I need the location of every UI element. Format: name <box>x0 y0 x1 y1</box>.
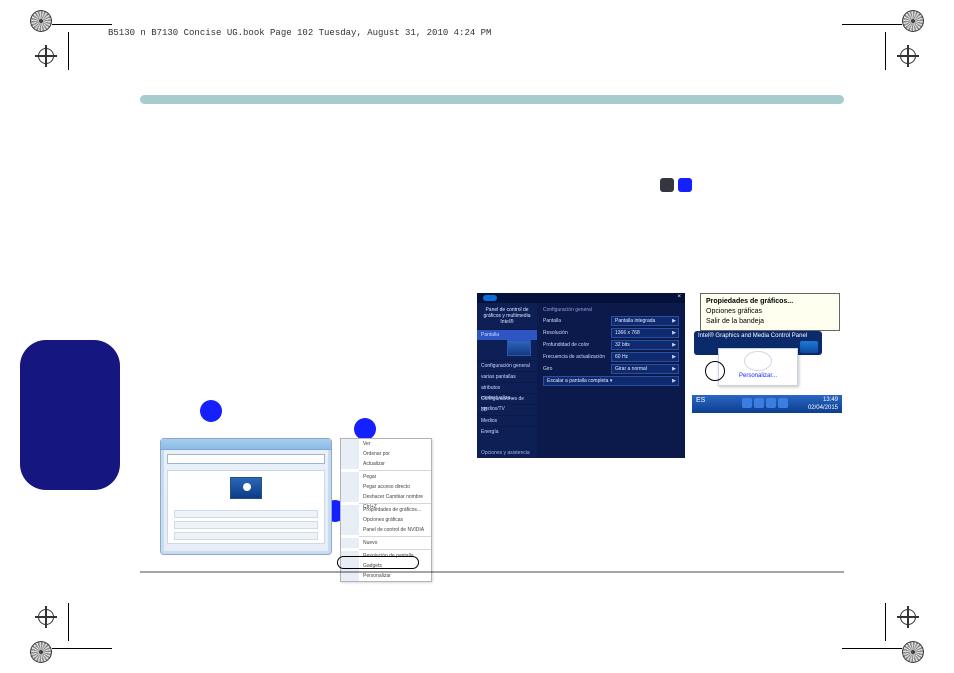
sidebar-item[interactable]: Configuraciones de medios/TV <box>477 393 537 404</box>
dropdown[interactable]: Girar a normal <box>611 364 679 374</box>
intel-logo-icon <box>483 295 497 301</box>
card-icon <box>744 351 772 371</box>
tooltip-line: Propiedades de gráficos... <box>706 298 793 305</box>
chapter-tab <box>20 340 120 490</box>
sidebar-item-pantalla[interactable]: Pantalla <box>477 329 537 340</box>
dropdown[interactable]: Escalar a pantalla completa ▾ <box>543 376 679 386</box>
screenshot-display-settings <box>160 438 332 555</box>
screenshot-tray-popup: Propiedades de gráficos... Opciones gráf… <box>692 293 842 413</box>
menu-item[interactable]: Nuevo <box>341 538 431 548</box>
menu-item[interactable]: Ordenar por <box>341 449 431 459</box>
crop-mark-bottom-left <box>30 603 90 663</box>
sidebar-section[interactable]: Energía <box>477 426 537 437</box>
tooltip-line: Opciones gráficas <box>706 308 762 315</box>
menu-item[interactable]: Pegar acceso directo <box>341 482 431 492</box>
intel-title: Panel de control de gráficos y multimedi… <box>481 307 533 325</box>
taskbar-lang[interactable]: ES <box>696 397 705 404</box>
menu-item[interactable]: Propiedades de gráficos... <box>341 505 431 515</box>
row-label: Frecuencia de actualización <box>543 354 605 360</box>
inline-tray-icons <box>660 178 692 192</box>
crop-mark-top-left <box>30 10 90 70</box>
dropdown[interactable]: 1366 x 768 <box>611 328 679 338</box>
framemaker-header: B5130 n B7130 Concise UG.book Page 102 T… <box>108 28 491 38</box>
crop-mark-bottom-right <box>864 603 924 663</box>
menu-item[interactable]: Panel de control de NVIDIA <box>341 525 431 535</box>
card-caption: Personalizar... <box>719 373 797 379</box>
menu-item[interactable]: Gadgets <box>341 561 431 571</box>
intel-sidebar: Panel de control de gráficos y multimedi… <box>477 303 537 458</box>
screenshot-desktop-context-menu: Ver Ordenar por Actualizar Pegar Pegar a… <box>340 438 432 582</box>
dropdown[interactable]: 60 Hz <box>611 352 679 362</box>
step-marker-1 <box>200 400 222 422</box>
sidebar-item[interactable]: Configuración general <box>477 360 537 371</box>
toast-text: Intel® Graphics and Media Control Panel <box>698 333 807 339</box>
sidebar-item[interactable]: atributos contextualiza... <box>477 382 537 393</box>
footer-rule <box>140 571 844 573</box>
callout-ring <box>705 361 725 381</box>
tray-icon-generic <box>678 178 692 192</box>
taskbar: ES 13:49 02/04/2015 <box>692 395 842 413</box>
preview-thumb <box>507 340 531 356</box>
clock-date: 02/04/2015 <box>808 405 838 411</box>
menu-item[interactable]: Opciones gráficas <box>341 515 431 525</box>
screenshot-intel-control-panel: × Panel de control de gráficos y multime… <box>477 293 685 458</box>
sidebar-section[interactable]: 3D <box>477 404 537 415</box>
menu-item-highlight[interactable]: Resolución de pantalla <box>341 551 431 561</box>
sidebar-section[interactable]: Medios <box>477 415 537 426</box>
menu-item[interactable]: Ver <box>341 439 431 449</box>
dropdown[interactable]: 32 bits <box>611 340 679 350</box>
tray-tooltip[interactable]: Propiedades de gráficos... Opciones gráf… <box>700 293 840 331</box>
tray-icon-intel <box>660 178 674 192</box>
section-heading-bar <box>140 95 844 104</box>
tray-card[interactable]: Personalizar... <box>718 348 798 386</box>
menu-item[interactable]: Deshacer Cambiar nombre Ctrl+Z <box>341 492 431 502</box>
dropdown[interactable]: Pantalla integrada <box>611 316 679 326</box>
taskbar-tray-chips[interactable] <box>742 398 788 408</box>
intel-logo-icon <box>800 341 818 353</box>
monitor-icon <box>230 477 262 499</box>
row-label: Profundidad de color <box>543 342 589 348</box>
taskbar-clock: 13:49 02/04/2015 <box>808 396 838 412</box>
tooltip-line: Salir de la bandeja <box>706 318 764 325</box>
intel-main: Configuración general Pantalla Pantalla i… <box>537 303 685 458</box>
menu-item[interactable]: Pegar <box>341 472 431 482</box>
clock-time: 13:49 <box>823 397 838 403</box>
step-marker-2 <box>354 418 376 440</box>
sidebar-footer[interactable]: Opciones y asistencia <box>481 450 530 456</box>
close-icon[interactable]: × <box>677 294 681 300</box>
crop-mark-top-right <box>864 10 924 70</box>
row-label: Giro <box>543 366 552 372</box>
row-label: Resolución <box>543 330 568 336</box>
row-label: Pantalla <box>543 318 561 324</box>
menu-item[interactable]: Actualizar <box>341 459 431 469</box>
sidebar-item[interactable]: varias pantallas <box>477 371 537 382</box>
group-label: Configuración general <box>543 307 679 313</box>
